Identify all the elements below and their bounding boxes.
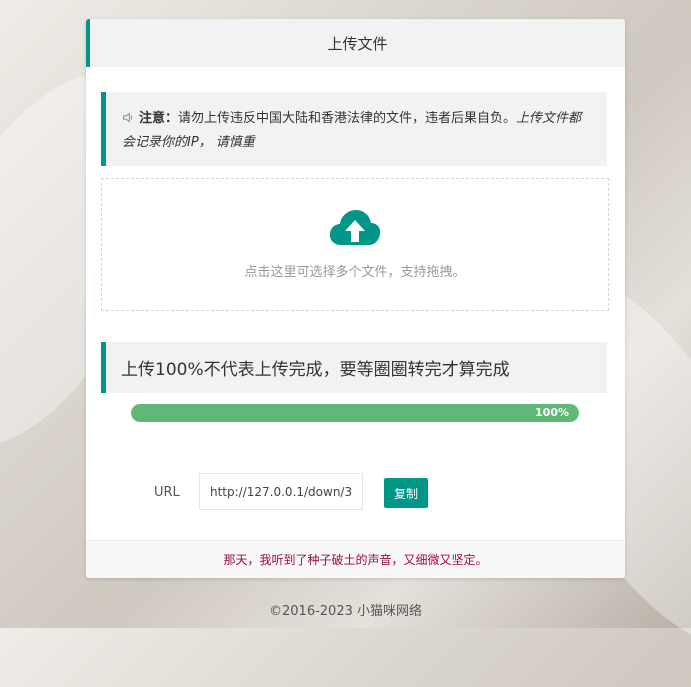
cloud-upload-icon [329, 209, 381, 251]
notice-box: 注意：请勿上传违反中国大陆和香港法律的文件，违者后果自负。上传文件都会记录你的I… [101, 92, 607, 166]
progress-fill: 100% [131, 404, 579, 422]
progress-bar: 100% [131, 404, 579, 422]
page-title: 上传文件 [327, 34, 388, 53]
notice-text: 请勿上传违反中国大陆和香港法律的文件，违者后果自负。 [178, 111, 517, 126]
url-label: URL [154, 485, 180, 500]
dropzone-tip: 点击这里可选择多个文件，支持拖拽。 [244, 265, 466, 280]
progress-percent: 100% [535, 406, 569, 419]
copy-button[interactable]: 复制 [384, 478, 428, 508]
upload-dropzone[interactable]: 点击这里可选择多个文件，支持拖拽。 [101, 178, 609, 311]
speaker-icon [122, 110, 135, 132]
upload-card: 上传文件 注意：请勿上传违反中国大陆和香港法律的文件，违者后果自负。上传文件都会… [86, 19, 625, 578]
progress-title: 上传100%不代表上传完成，要等圈圈转完才算完成 [101, 342, 607, 393]
url-field[interactable] [199, 473, 363, 510]
card-footer: 那天，我听到了种子破土的声音，又细微又坚定。 [86, 540, 625, 578]
footer-quote: 那天，我听到了种子破土的声音，又细微又坚定。 [223, 553, 488, 567]
copyright: ©2016-2023 小猫咪网络 [269, 604, 422, 619]
card-header: 上传文件 [86, 19, 625, 67]
notice-label: 注意： [139, 111, 179, 126]
